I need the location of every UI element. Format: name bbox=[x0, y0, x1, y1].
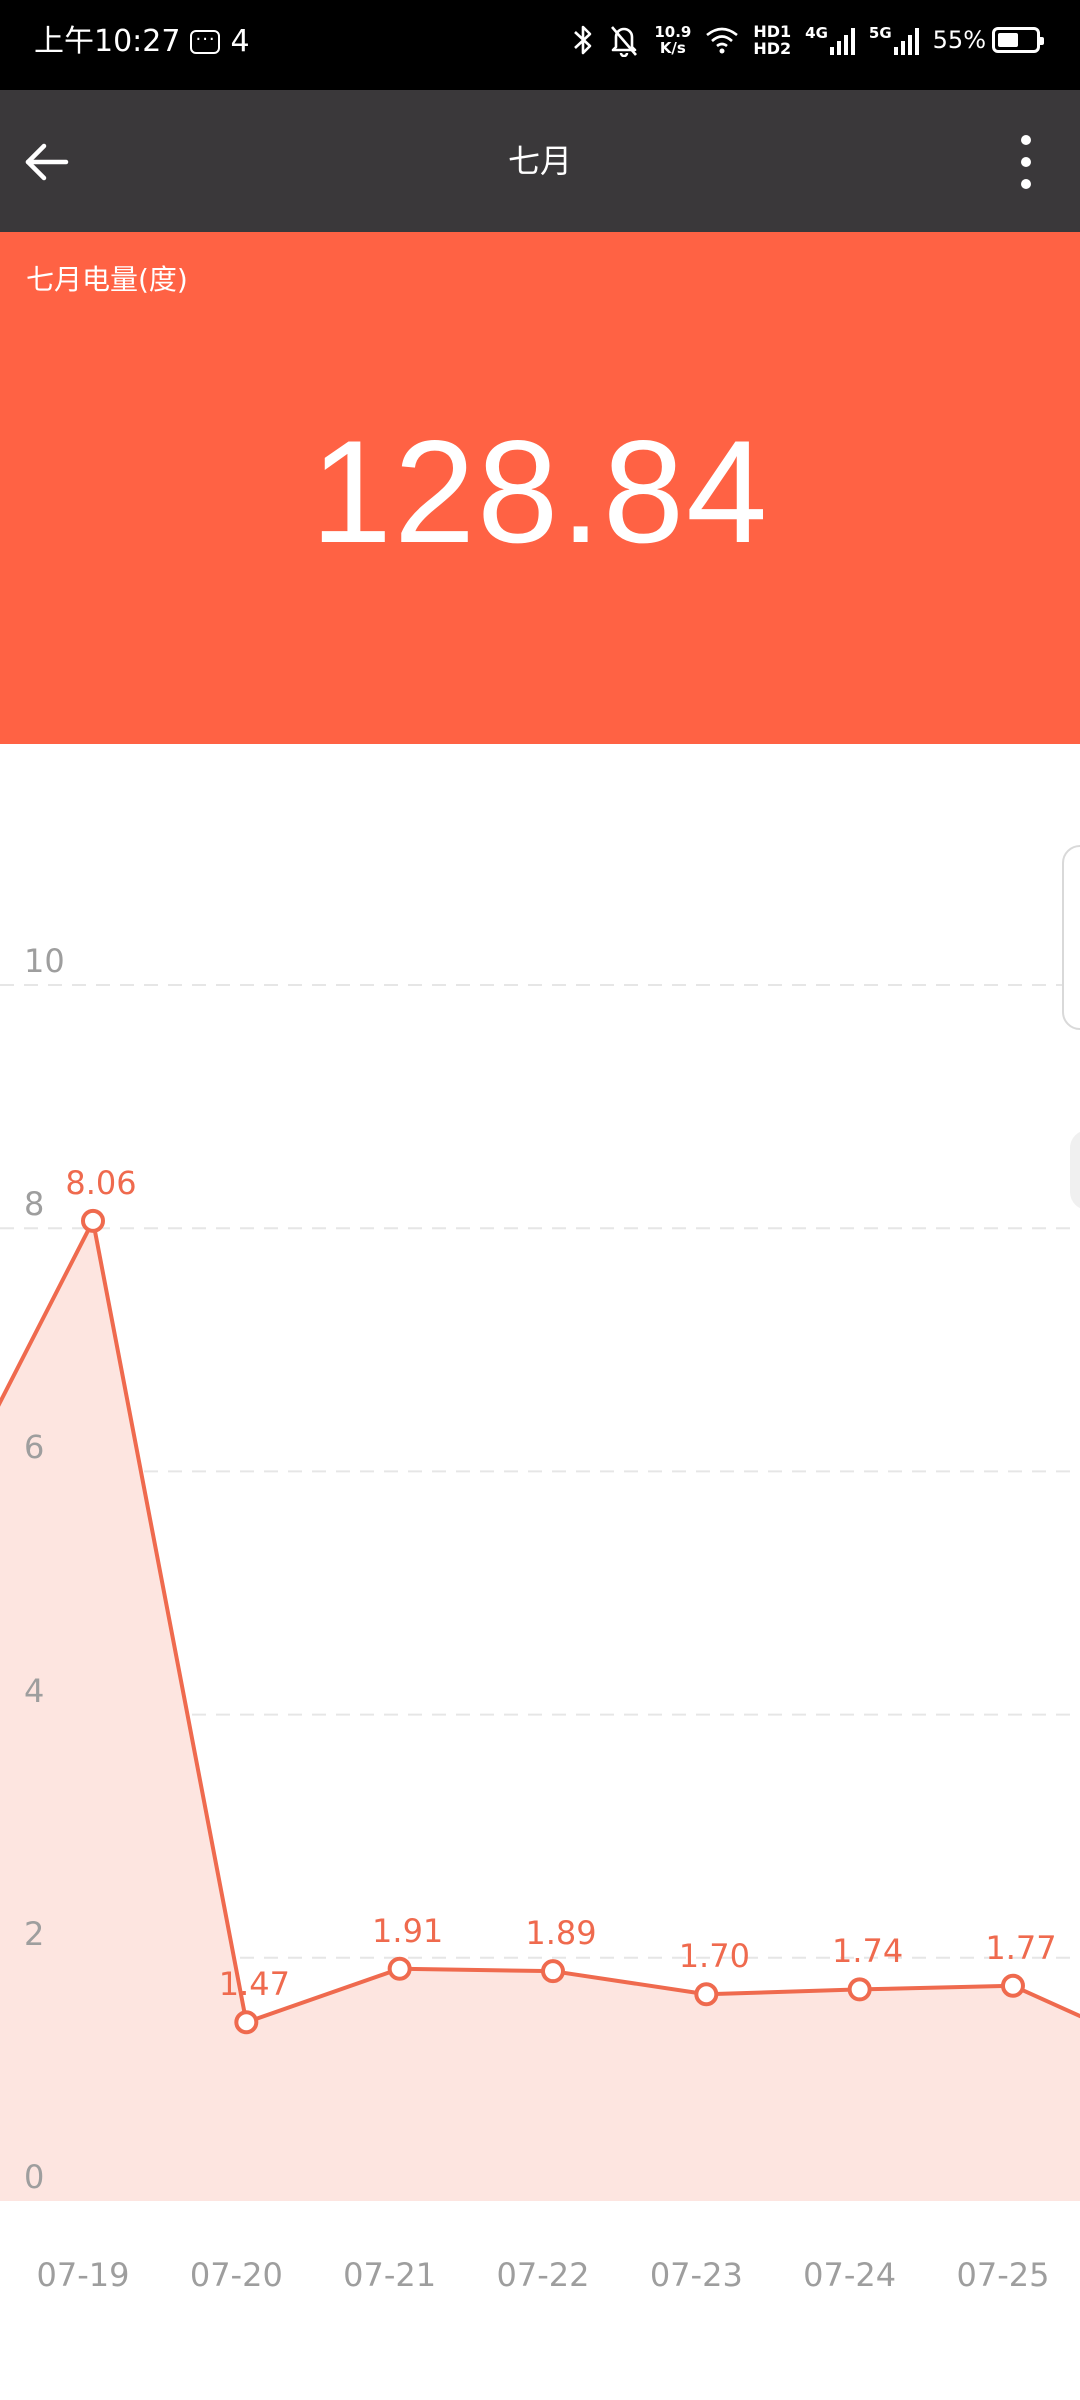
network-4g-label: 4G bbox=[805, 24, 828, 42]
y-tick-label: 10 bbox=[24, 942, 65, 980]
data-point[interactable] bbox=[694, 1982, 719, 2007]
y-tick-label: 6 bbox=[24, 1428, 45, 1467]
data-label: 1.89 bbox=[525, 1914, 597, 1953]
app-bar: 七月 bbox=[0, 90, 1080, 232]
y-tick-label: 2 bbox=[24, 1914, 45, 1953]
battery-icon bbox=[992, 27, 1044, 53]
x-tick-label: 07-20 bbox=[189, 2256, 283, 2294]
data-label: 8.06 bbox=[65, 1163, 137, 1202]
side-drawer-handle[interactable] bbox=[1062, 845, 1080, 1030]
more-options-button[interactable] bbox=[990, 126, 1062, 198]
data-point[interactable] bbox=[540, 1959, 565, 1984]
data-point[interactable] bbox=[847, 1977, 872, 2002]
data-point[interactable] bbox=[81, 1208, 105, 1233]
daily-usage-chart[interactable]: 0 2 4 6 8 10 8.06 1.47 1.91 1.89 1.70 1.74 1.77 07-19… bbox=[0, 744, 1080, 2400]
area-fill bbox=[0, 1220, 1080, 2201]
message-notification-icon bbox=[190, 20, 221, 60]
battery-percent: 55% bbox=[932, 26, 986, 54]
status-right: 10.9 K/s HD1 HD2 4G 5G 55% bbox=[572, 20, 1044, 60]
data-label: 1.70 bbox=[678, 1937, 750, 1976]
data-label: 1.91 bbox=[372, 1911, 444, 1950]
network-speed-value: 10.9 bbox=[654, 23, 692, 41]
data-label: 1.47 bbox=[218, 1965, 290, 2004]
signal-bars-4g-icon bbox=[829, 25, 855, 55]
status-left: 上午10:27 4 bbox=[34, 20, 250, 62]
battery-fill bbox=[998, 33, 1018, 47]
bell-off-icon bbox=[611, 26, 638, 57]
chart-canvas bbox=[0, 984, 1080, 2201]
signal-5g: 5G bbox=[869, 25, 919, 55]
data-label: 1.74 bbox=[832, 1932, 904, 1971]
x-tick-label: 07-23 bbox=[649, 2256, 743, 2294]
hd-indicator: HD1 HD2 bbox=[753, 23, 791, 57]
signal-bars-5g-icon bbox=[893, 25, 919, 55]
network-speed: 10.9 K/s bbox=[654, 24, 691, 56]
hd2-label: HD2 bbox=[753, 39, 792, 58]
status-bar: 上午10:27 4 10.9 K/s HD1 HD2 4G bbox=[0, 0, 1080, 90]
monthly-summary-card: 七月电量(度) 128.84 bbox=[0, 232, 1080, 744]
x-tick-label: 07-19 bbox=[36, 2256, 130, 2294]
x-tick-label: 07-22 bbox=[496, 2256, 590, 2294]
y-tick-label: 4 bbox=[24, 1671, 45, 1710]
bluetooth-icon bbox=[574, 25, 592, 55]
status-time: 上午10:27 bbox=[34, 24, 181, 59]
summary-label: 七月电量(度) bbox=[26, 263, 188, 296]
more-vertical-icon bbox=[1021, 135, 1031, 189]
wifi-icon bbox=[706, 27, 739, 54]
notification-count: 4 bbox=[230, 24, 250, 59]
floating-side-button[interactable] bbox=[1070, 1130, 1080, 1210]
data-point[interactable] bbox=[1000, 1973, 1025, 1998]
x-tick-label: 07-24 bbox=[803, 2256, 897, 2294]
data-label: 1.77 bbox=[985, 1928, 1057, 1967]
x-tick-label: 07-21 bbox=[343, 2256, 437, 2294]
data-point[interactable] bbox=[234, 2010, 259, 2035]
signal-4g: 4G bbox=[805, 25, 855, 55]
x-tick-label: 07-25 bbox=[956, 2256, 1050, 2294]
network-speed-unit: K/s bbox=[659, 39, 686, 57]
battery-status: 55% bbox=[932, 20, 1044, 60]
summary-value: 128.84 bbox=[310, 410, 770, 573]
network-5g-label: 5G bbox=[868, 24, 892, 42]
y-tick-label: 0 bbox=[24, 2158, 45, 2196]
page-title: 七月 bbox=[507, 142, 572, 180]
hd1-label: HD1 bbox=[753, 22, 792, 41]
data-point[interactable] bbox=[387, 1956, 412, 1981]
